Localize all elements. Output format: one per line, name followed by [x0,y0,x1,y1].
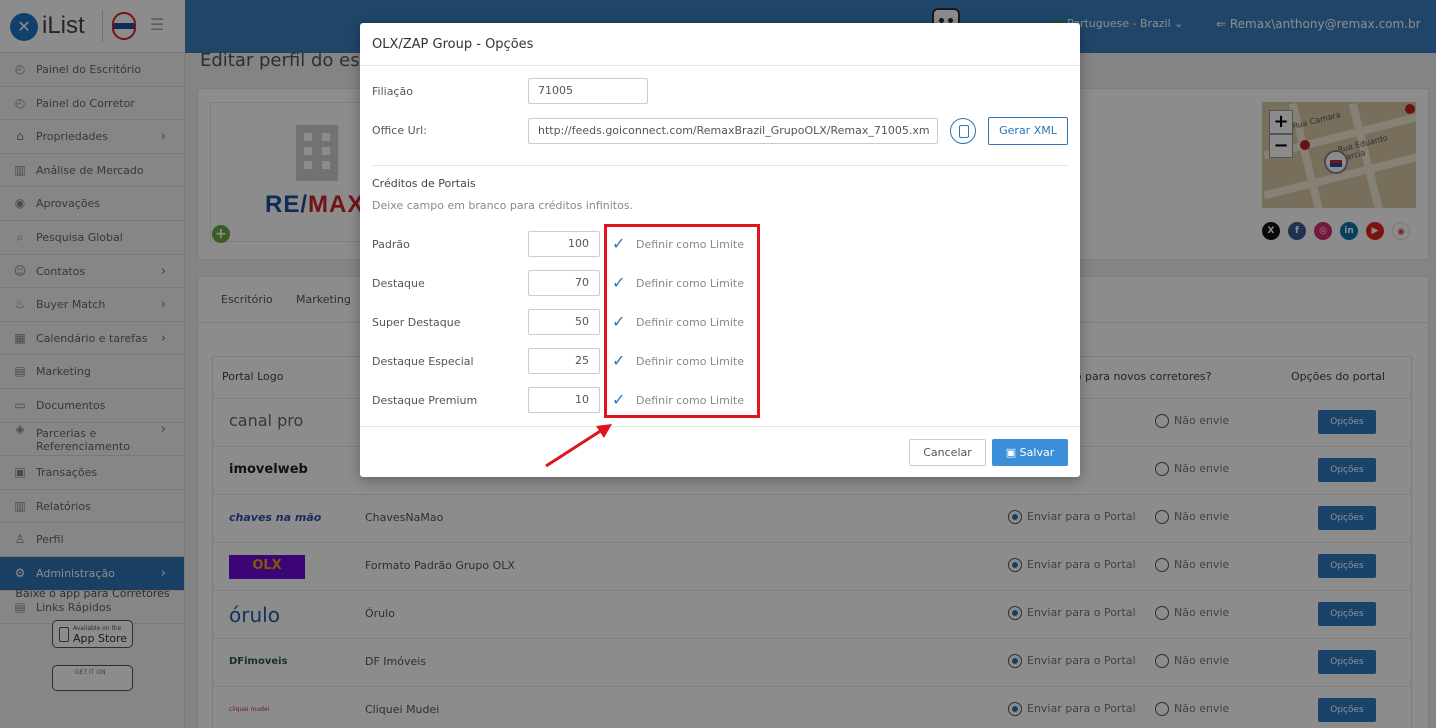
office-url-input[interactable]: http://feeds.goiconnect.com/RemaxBrazil_… [528,118,938,144]
gerar-xml-button[interactable]: Gerar XML [988,117,1068,145]
credit-input[interactable]: 100 [528,231,600,257]
section-divider [372,165,1069,166]
filiacao-input[interactable]: 71005 [528,78,648,104]
credit-label: Destaque Premium [372,394,478,407]
highlight-box [604,224,760,418]
credits-section-title: Créditos de Portais [372,177,476,190]
modal-footer-divider [360,426,1080,427]
save-icon: ▣ [1005,446,1017,459]
copy-icon[interactable] [950,118,976,144]
filiacao-label: Filiação [372,85,413,98]
credit-input[interactable]: 70 [528,270,600,296]
credit-label: Super Destaque [372,316,461,329]
credit-label: Destaque Especial [372,355,474,368]
modal-title: OLX/ZAP Group - Opções [372,37,534,52]
annotation-arrow [545,424,612,468]
credit-label: Destaque [372,277,425,290]
save-button[interactable]: ▣ Salvar [992,439,1068,466]
credit-input[interactable]: 50 [528,309,600,335]
save-label: Salvar [1019,446,1055,459]
credits-hint: Deixe campo em branco para créditos infi… [372,199,634,212]
credit-input[interactable]: 10 [528,387,600,413]
portal-options-modal: OLX/ZAP Group - Opções Filiação 71005 Of… [360,23,1080,477]
office-url-label: Office Url: [372,124,427,137]
cancel-button[interactable]: Cancelar [909,439,986,466]
credit-input[interactable]: 25 [528,348,600,374]
modal-header: OLX/ZAP Group - Opções [360,23,1080,66]
credit-label: Padrão [372,238,410,251]
